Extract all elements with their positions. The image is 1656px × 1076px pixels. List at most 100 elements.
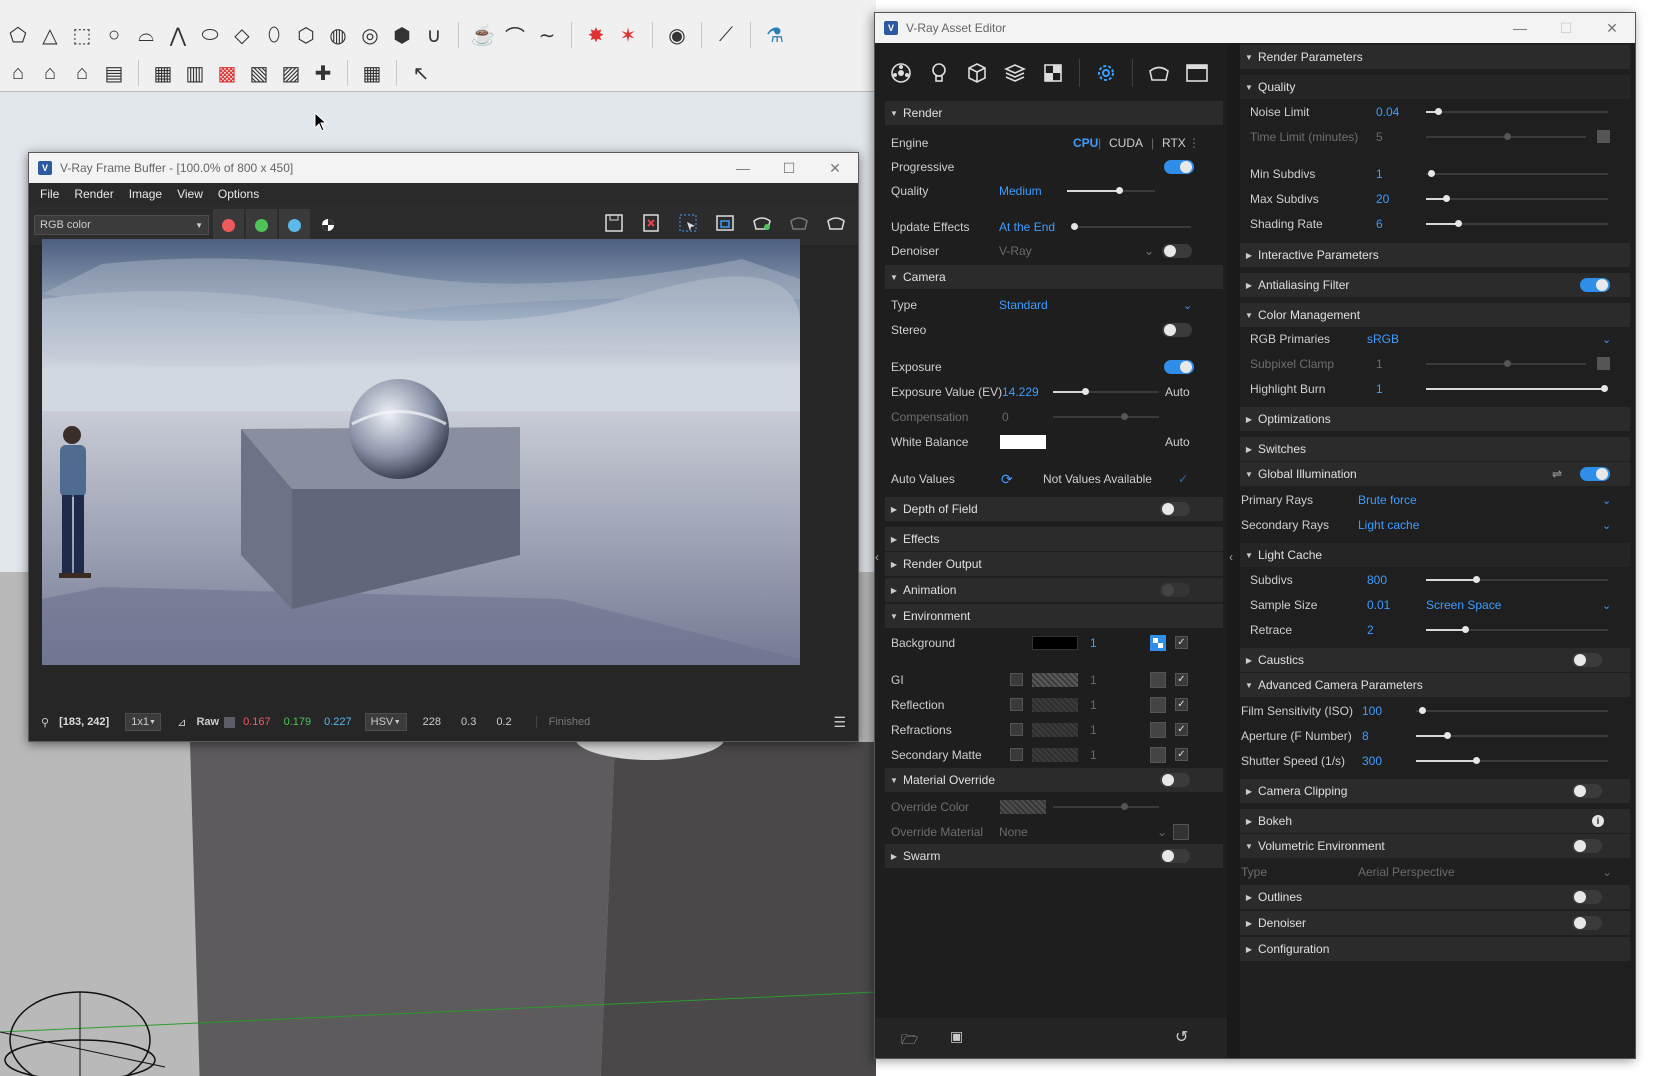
lights-icon[interactable] <box>923 57 955 89</box>
quality-value[interactable]: Medium <box>999 184 1042 198</box>
magnet-icon[interactable]: ∪ <box>420 21 448 49</box>
min-subdivs-value[interactable]: 1 <box>1376 167 1383 181</box>
maximize-button[interactable]: ☐ <box>1543 13 1589 43</box>
compensation-value[interactable]: 0 <box>1002 410 1009 424</box>
section-animation[interactable]: ▶ Animation <box>885 578 1223 602</box>
section-quality[interactable]: ▼ Quality <box>1240 75 1630 99</box>
textures-icon[interactable] <box>999 57 1031 89</box>
section-dof[interactable]: ▶ Depth of Field <box>885 497 1223 521</box>
section-render-parameters[interactable]: ▼ Render Parameters <box>1240 45 1630 69</box>
shading-rate-value[interactable]: 6 <box>1376 217 1383 231</box>
minimize-button[interactable]: — <box>720 153 766 183</box>
outlines-toggle[interactable] <box>1572 890 1602 904</box>
menu-file[interactable]: File <box>40 187 59 201</box>
section-aa-filter[interactable]: ▶ Antialiasing Filter <box>1240 273 1630 297</box>
retrace-slider[interactable] <box>1426 626 1608 633</box>
max-subdivs-value[interactable]: 20 <box>1376 192 1389 206</box>
vfb-titlebar[interactable]: V V-Ray Frame Buffer - [100.0% of 800 x … <box>29 153 858 183</box>
rgb-primaries-value[interactable]: sRGB <box>1367 332 1399 346</box>
refractions-swatch[interactable] <box>1032 723 1078 737</box>
geometry-icon[interactable] <box>961 57 993 89</box>
section-render-output[interactable]: ▶ Render Output <box>885 552 1223 576</box>
settings-gear-icon[interactable] <box>1090 57 1122 89</box>
section-interactive[interactable]: ▶ Interactive Parameters <box>1240 243 1630 267</box>
cylinder-icon[interactable]: ⌓ <box>132 21 160 49</box>
refractions-checkbox[interactable]: ✓ <box>1175 723 1188 736</box>
section-caustics[interactable]: ▶ Caustics <box>1240 648 1630 672</box>
ellipse-icon[interactable]: ⬭ <box>196 21 224 49</box>
track-mouse-icon[interactable] <box>674 209 702 237</box>
pyramid-icon[interactable]: △ <box>36 21 64 49</box>
noise-limit-value[interactable]: 0.04 <box>1376 105 1399 119</box>
override-material-slot[interactable] <box>1173 824 1189 840</box>
aa-filter-toggle[interactable] <box>1580 278 1610 292</box>
box-icon[interactable]: ⬚ <box>68 21 96 49</box>
update-effects-slider[interactable] <box>1071 223 1191 230</box>
section-swarm[interactable]: ▶ Swarm <box>885 844 1223 868</box>
pin-icon[interactable]: ⚲ <box>41 716 49 729</box>
refractions-texture-slot[interactable] <box>1150 722 1166 738</box>
info-icon[interactable]: i <box>1592 815 1604 827</box>
refractions-override-checkbox[interactable] <box>1010 723 1023 736</box>
refresh-icon[interactable]: ⟳ <box>1001 471 1013 488</box>
section-gi[interactable]: ▼ Global Illumination ⇌ <box>1240 462 1630 486</box>
chevron-down-icon[interactable]: ⌄ <box>1144 244 1154 258</box>
geodesic-icon[interactable]: ◎ <box>356 21 384 49</box>
noise-limit-slider[interactable] <box>1426 108 1608 115</box>
sample-size-value[interactable]: 0.01 <box>1367 598 1390 612</box>
collapse-right-arrow-icon[interactable]: ‹ <box>1229 550 1233 564</box>
ev-value[interactable]: 14.229 <box>1002 385 1039 399</box>
section-camera-clipping[interactable]: ▶ Camera Clipping <box>1240 779 1630 803</box>
retrace-value[interactable]: 2 <box>1367 623 1374 637</box>
cone-icon[interactable]: ⋀ <box>164 21 192 49</box>
background-multiplier[interactable]: 1 <box>1090 636 1097 650</box>
sphere-icon[interactable]: ◍ <box>324 21 352 49</box>
secondary-matte-multiplier[interactable]: 1 <box>1090 748 1097 762</box>
quality-slider[interactable] <box>1067 187 1155 194</box>
blue-channel-button[interactable] <box>279 208 310 242</box>
menu-render[interactable]: Render <box>74 187 113 201</box>
red-channel-button[interactable] <box>213 208 244 242</box>
torus-icon[interactable]: ⬯ <box>260 21 288 49</box>
minimize-button[interactable]: — <box>1497 13 1543 43</box>
history-icon[interactable]: ☰ <box>833 714 846 731</box>
open-folder-icon[interactable]: 🗁 <box>901 1029 918 1053</box>
section-light-cache[interactable]: ▼ Light Cache <box>1240 543 1630 567</box>
circle-icon[interactable]: ○ <box>100 21 128 49</box>
grid-cross-icon[interactable]: ✚ <box>309 59 337 87</box>
menu-view[interactable]: View <box>177 187 203 201</box>
render-teapot-icon[interactable] <box>1143 57 1175 89</box>
material-override-toggle[interactable] <box>1160 773 1190 787</box>
min-subdivs-slider[interactable] <box>1426 170 1608 177</box>
caustics-toggle[interactable] <box>1572 653 1602 667</box>
section-color-management[interactable]: ▼ Color Management <box>1240 303 1630 327</box>
render-elements-icon[interactable] <box>1037 57 1069 89</box>
sheet-icon[interactable]: ▦ <box>149 59 177 87</box>
house-outline-icon[interactable]: ⌂ <box>68 59 96 87</box>
render-teapot-icon[interactable] <box>822 209 850 237</box>
gi-override-checkbox[interactable] <box>1010 673 1023 686</box>
section-effects[interactable]: ▶ Effects <box>885 527 1223 551</box>
secondary-matte-checkbox[interactable]: ✓ <box>1175 748 1188 761</box>
reflection-texture-slot[interactable] <box>1150 697 1166 713</box>
background-swatch[interactable] <box>1032 636 1078 650</box>
compensation-slider[interactable] <box>1053 413 1159 420</box>
section-adv-camera[interactable]: ▼ Advanced Camera Parameters <box>1240 673 1630 697</box>
close-button[interactable]: ✕ <box>1589 13 1635 43</box>
exposure-toggle[interactable] <box>1164 360 1194 374</box>
shading-rate-slider[interactable] <box>1426 220 1608 227</box>
ev-slider[interactable] <box>1053 388 1159 395</box>
pencil-poly-icon[interactable]: ⬠ <box>4 21 32 49</box>
sampling-select[interactable]: 1x1 ▼ <box>125 713 162 731</box>
sheet-lines-icon[interactable]: ▥ <box>181 59 209 87</box>
render-image[interactable] <box>42 239 800 665</box>
refractions-multiplier[interactable]: 1 <box>1090 723 1097 737</box>
gi-toggle[interactable] <box>1580 467 1610 481</box>
sample-size-mode[interactable]: Screen Space <box>1426 598 1501 612</box>
section-vol-env[interactable]: ▼ Volumetric Environment <box>1240 834 1630 858</box>
plane-icon[interactable]: ◇ <box>228 21 256 49</box>
secondary-matte-swatch[interactable] <box>1032 748 1078 762</box>
dodecahedron-icon[interactable]: ⬡ <box>292 21 320 49</box>
more-icon[interactable]: ⋮ <box>1188 136 1200 150</box>
chevron-down-icon[interactable]: ⌄ <box>1602 494 1611 507</box>
